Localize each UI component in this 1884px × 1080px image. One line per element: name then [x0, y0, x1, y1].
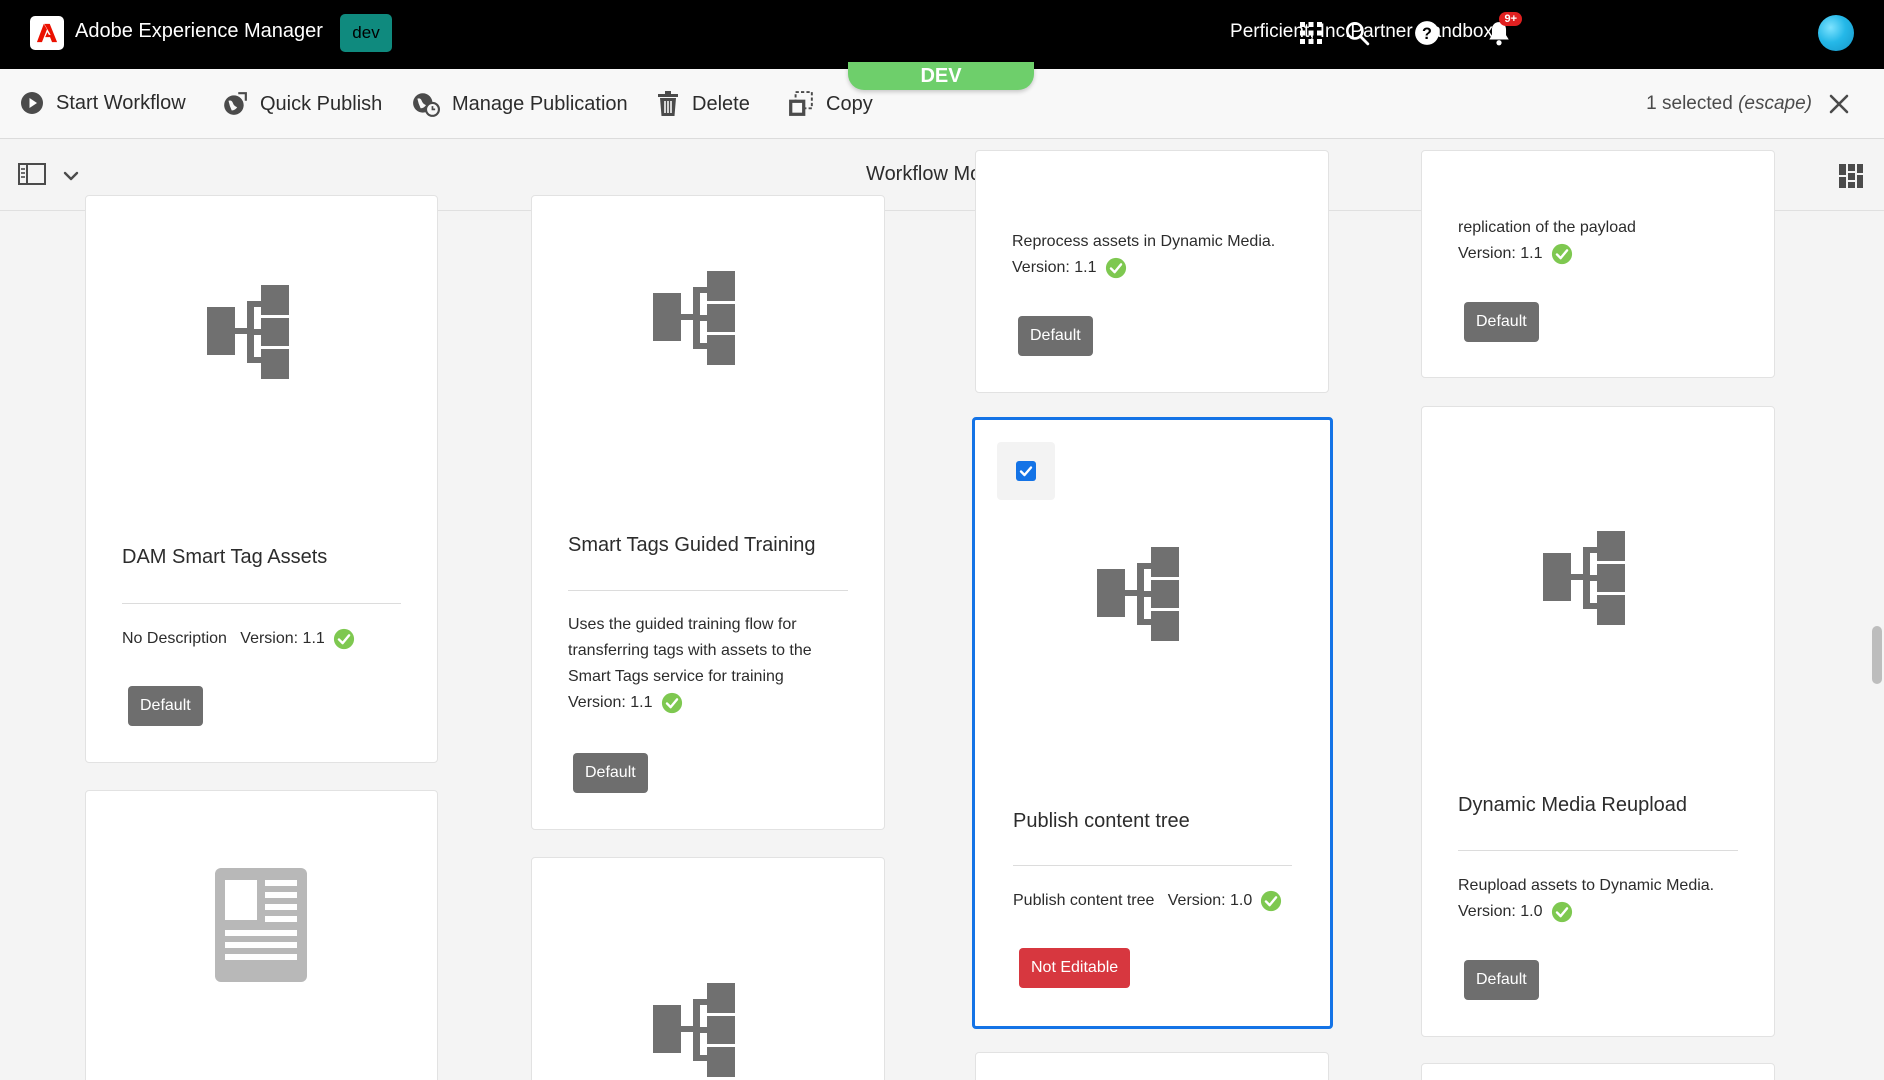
environment-badge: dev	[340, 14, 392, 52]
play-icon	[21, 92, 43, 114]
copy-button[interactable]: Copy	[788, 91, 873, 117]
card-description: Reupload assets to Dynamic Media. Versio…	[1458, 873, 1744, 925]
workflow-model-icon	[653, 271, 749, 367]
page-document-icon	[215, 868, 307, 982]
status-tag-default: Default	[573, 753, 648, 793]
check-circle-icon	[661, 692, 683, 714]
user-avatar[interactable]	[1818, 15, 1854, 51]
workflow-card-partial[interactable]	[975, 1052, 1329, 1080]
notifications-bell-icon[interactable]: 9+	[1482, 12, 1522, 50]
copy-icon	[789, 91, 813, 116]
card-divider	[1013, 865, 1292, 866]
card-version: Version: 1.1	[568, 694, 653, 711]
workflow-card-dynamic-media-reupload[interactable]: Dynamic Media Reupload Reupload assets t…	[1421, 406, 1775, 1037]
svg-text:?: ?	[1422, 25, 1432, 43]
card-divider	[122, 603, 401, 604]
card-title: DAM Smart Tag Assets	[122, 546, 328, 568]
manage-publication-label: Manage Publication	[452, 92, 628, 115]
card-title: Publish content tree	[1013, 810, 1190, 832]
globe-clock-icon	[413, 93, 440, 117]
workflow-card-publish-content-tree[interactable]: Publish content tree Publish content tre…	[972, 417, 1333, 1029]
start-workflow-button[interactable]: Start Workflow	[20, 91, 186, 115]
card-description: Publish content tree Version: 1.0	[1013, 888, 1300, 914]
globe-publish-icon	[224, 92, 247, 115]
status-tag-default: Default	[1018, 316, 1093, 356]
checkbox-checked-icon	[1016, 461, 1036, 481]
workflow-card-smart-tags-guided-training[interactable]: Smart Tags Guided Training Uses the guid…	[531, 195, 885, 830]
workflow-model-icon	[653, 983, 749, 1079]
solutions-grid-icon[interactable]	[1294, 16, 1328, 50]
quick-publish-button[interactable]: Quick Publish	[222, 91, 382, 117]
check-circle-icon	[1105, 257, 1127, 279]
start-workflow-label: Start Workflow	[56, 91, 186, 114]
workflow-card-replication[interactable]: replication of the payload Version: 1.1 …	[1421, 150, 1775, 378]
card-version: Version: 1.1	[240, 630, 325, 647]
app-title[interactable]: Adobe Experience Manager	[75, 20, 323, 43]
status-tag-default: Default	[128, 686, 203, 726]
card-description: Reprocess assets in Dynamic Media. Versi…	[1012, 229, 1298, 281]
card-version: Version: 1.0	[1458, 903, 1543, 920]
manage-publication-button[interactable]: Manage Publication	[412, 91, 628, 117]
notifications-count-badge: 9+	[1499, 12, 1522, 26]
dev-environment-pill: DEV	[848, 62, 1034, 90]
check-circle-icon	[1551, 901, 1573, 923]
check-circle-icon	[1260, 890, 1282, 912]
card-description: No Description Version: 1.1	[122, 626, 407, 652]
delete-button[interactable]: Delete	[656, 91, 750, 117]
workflow-card-dam-smart-tag-assets[interactable]: DAM Smart Tag Assets No Description Vers…	[85, 195, 438, 763]
workflow-card-page-model[interactable]	[85, 790, 438, 1080]
quick-publish-label: Quick Publish	[260, 92, 383, 115]
selection-escape-hint: (escape)	[1738, 93, 1812, 114]
selection-checkbox[interactable]	[997, 442, 1055, 500]
card-title: Dynamic Media Reupload	[1458, 794, 1688, 816]
status-tag-not-editable: Not Editable	[1019, 948, 1131, 988]
adobe-logo-icon[interactable]	[30, 16, 64, 50]
workflow-card-reprocess-dynamic-media[interactable]: Reprocess assets in Dynamic Media. Versi…	[975, 150, 1329, 393]
vertical-scrollbar-thumb[interactable]	[1872, 626, 1882, 684]
workflow-model-icon	[1097, 547, 1193, 643]
workflow-card-partial[interactable]	[531, 857, 885, 1080]
copy-label: Copy	[826, 92, 873, 115]
card-title: Smart Tags Guided Training	[568, 534, 816, 556]
delete-label: Delete	[692, 92, 750, 115]
workflow-model-icon	[1543, 531, 1639, 627]
card-view-switcher-icon[interactable]	[1838, 163, 1864, 189]
card-description: Uses the guided training flow for transf…	[568, 612, 854, 716]
status-tag-default: Default	[1464, 302, 1539, 342]
workflow-model-icon	[207, 285, 303, 381]
search-icon[interactable]	[1340, 16, 1374, 50]
check-circle-icon	[1551, 243, 1573, 265]
help-icon[interactable]: ?	[1410, 16, 1444, 50]
card-description: replication of the payload Version: 1.1	[1458, 215, 1744, 267]
card-version: Version: 1.1	[1458, 245, 1543, 262]
selection-count: 1 selected (escape)	[1646, 93, 1812, 115]
card-version: Version: 1.1	[1012, 259, 1097, 276]
top-bar: Adobe Experience Manager dev Perficient,…	[0, 0, 1884, 69]
status-tag-default: Default	[1464, 960, 1539, 1000]
selection-count-text: 1 selected	[1646, 93, 1733, 114]
clear-selection-close-icon[interactable]	[1828, 93, 1850, 115]
card-divider	[568, 590, 848, 591]
workflow-card-partial[interactable]	[1421, 1063, 1775, 1080]
card-version: Version: 1.0	[1167, 892, 1253, 909]
check-circle-icon	[333, 628, 355, 650]
trash-icon	[658, 91, 678, 116]
card-divider	[1458, 850, 1738, 851]
